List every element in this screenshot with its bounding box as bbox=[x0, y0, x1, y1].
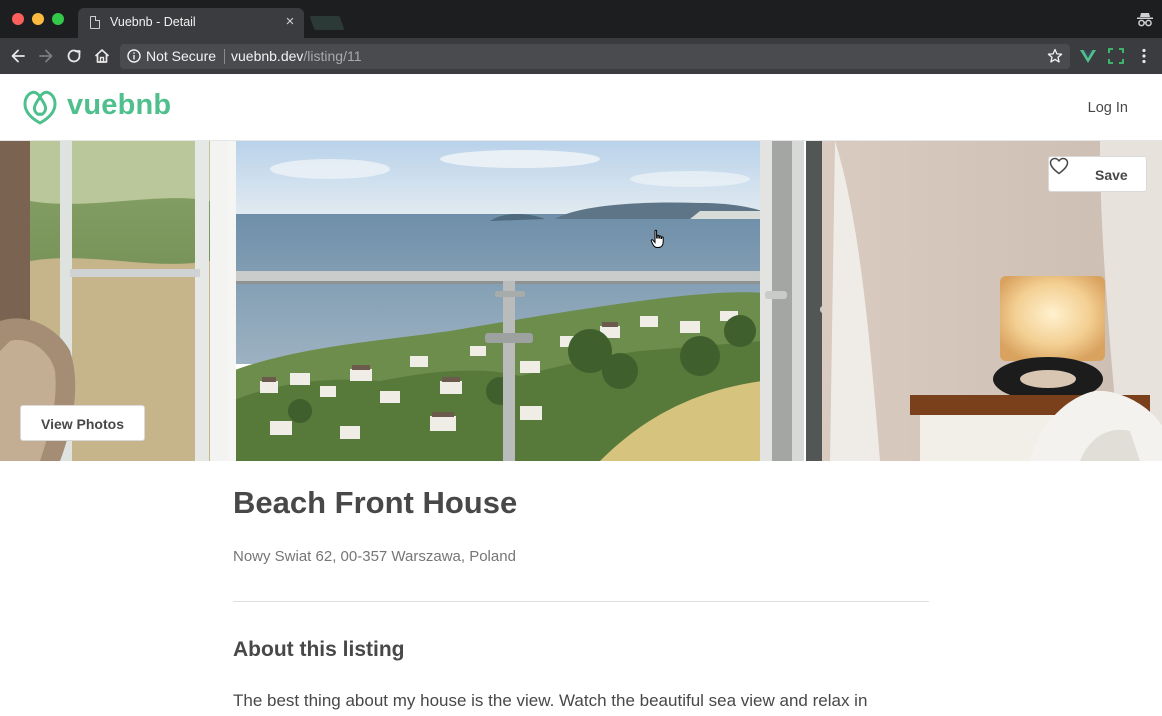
address-bar[interactable]: Not Secure vuebnb.dev/listing/11 bbox=[120, 44, 1070, 69]
vuebnb-logo-icon[interactable] bbox=[22, 88, 58, 126]
page-icon bbox=[90, 16, 100, 29]
home-icon[interactable] bbox=[92, 46, 112, 66]
about-heading: About this listing bbox=[233, 638, 405, 661]
active-tab[interactable]: Vuebnb - Detail × bbox=[78, 8, 304, 38]
tab-close-icon[interactable]: × bbox=[282, 14, 298, 30]
url-host: vuebnb.dev bbox=[231, 48, 304, 64]
about-text: The best thing about my house is the vie… bbox=[233, 691, 868, 710]
url-text: vuebnb.dev/listing/11 bbox=[231, 48, 362, 64]
incognito-icon bbox=[1137, 13, 1153, 27]
forward-icon[interactable] bbox=[36, 46, 56, 66]
site-header: vuebnb Log In bbox=[0, 74, 1162, 141]
star-icon[interactable] bbox=[1047, 48, 1063, 64]
reload-icon[interactable] bbox=[64, 46, 84, 66]
listing-title: Beach Front House bbox=[233, 485, 518, 520]
browser-window: Vuebnb - Detail × Not Secure vuebnb.dev/… bbox=[0, 0, 1162, 74]
tab-title: Vuebnb - Detail bbox=[110, 15, 196, 29]
save-button[interactable]: Save bbox=[1048, 156, 1147, 192]
browser-toolbar: Not Secure vuebnb.dev/listing/11 bbox=[0, 38, 1162, 74]
security-label: Not Secure bbox=[146, 48, 217, 64]
save-label: Save bbox=[1095, 167, 1128, 183]
listing-address: Nowy Swiat 62, 00-357 Warszawa, Poland bbox=[233, 548, 516, 565]
minimize-window-button[interactable] bbox=[32, 13, 44, 25]
view-photos-button[interactable]: View Photos bbox=[20, 405, 145, 441]
info-icon[interactable] bbox=[127, 49, 141, 63]
address-divider bbox=[224, 49, 225, 64]
back-icon[interactable] bbox=[8, 46, 28, 66]
view-photos-label: View Photos bbox=[41, 416, 124, 432]
vue-devtools-icon[interactable] bbox=[1079, 47, 1097, 65]
hand-cursor-icon bbox=[650, 229, 664, 248]
new-tab-button[interactable] bbox=[309, 16, 345, 30]
maximize-window-button[interactable] bbox=[52, 13, 64, 25]
section-divider bbox=[233, 601, 929, 602]
tab-strip: Vuebnb - Detail × bbox=[0, 0, 1162, 38]
close-window-button[interactable] bbox=[12, 13, 24, 25]
login-link[interactable]: Log In bbox=[1088, 100, 1128, 116]
screenshot-extension-icon[interactable] bbox=[1107, 47, 1125, 65]
hero-photo bbox=[0, 141, 1162, 461]
heart-icon bbox=[1049, 157, 1069, 175]
menu-icon[interactable] bbox=[1135, 47, 1153, 65]
logo-text[interactable]: vuebnb bbox=[67, 89, 171, 122]
url-path: /listing/11 bbox=[303, 48, 362, 64]
listing-hero-image[interactable]: Save View Photos bbox=[0, 141, 1162, 461]
